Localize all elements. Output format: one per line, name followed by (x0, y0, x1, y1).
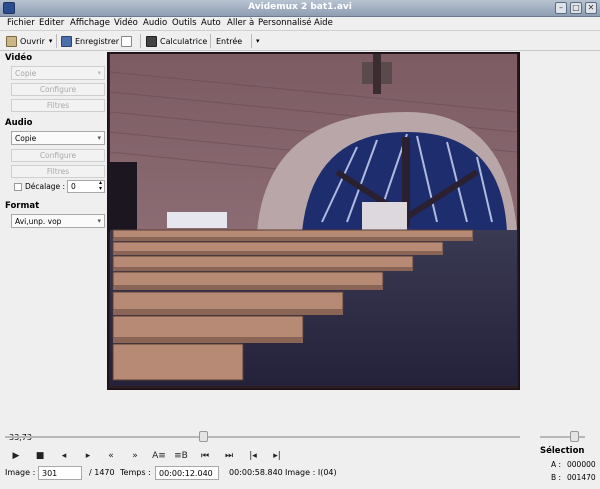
save-button[interactable]: Enregistrer (61, 33, 119, 49)
minimize-icon[interactable]: – (555, 2, 567, 14)
toolbar-separator (251, 34, 252, 48)
image-total: / 1470 (89, 468, 115, 477)
goto-marker-a-icon[interactable]: ⏮ (198, 450, 212, 462)
volume-slider-handle[interactable] (570, 431, 579, 442)
chevron-down-icon[interactable]: ▾ (49, 37, 53, 45)
menu-video[interactable]: Vidéo (114, 18, 138, 28)
time-field[interactable]: 00:00:12.040 (155, 466, 219, 480)
set-marker-b-icon[interactable]: ≡B (172, 450, 190, 462)
menu-affichage[interactable]: Affichage (70, 18, 110, 28)
toolbar-separator (140, 34, 141, 48)
marker-a-value: 000000 (567, 460, 596, 469)
document-icon (121, 35, 132, 47)
maximize-icon[interactable]: □ (570, 2, 582, 14)
open-button[interactable]: Ouvrir ▾ (6, 33, 52, 49)
timeline-slider-handle[interactable] (199, 431, 208, 442)
image-number-field[interactable]: 301 (38, 466, 82, 480)
video-header: Vidéo (5, 53, 33, 63)
menu-personnalise[interactable]: Personnalisé (258, 18, 312, 28)
menu-auto[interactable]: Auto (201, 18, 221, 28)
video-codec-select[interactable]: Copie ▾ (11, 66, 105, 80)
menu-fichier[interactable]: Fichier (7, 18, 35, 28)
spin-arrows-icon[interactable]: ▴ ▾ (99, 180, 102, 192)
offset-value: 0 (71, 182, 76, 191)
marker-a-label: A : (551, 460, 562, 469)
calculator-button[interactable]: Calculatrice (146, 33, 207, 49)
menu-aide[interactable]: Aide (314, 18, 333, 28)
menu-aller-a[interactable]: Aller à (227, 18, 254, 28)
frame-type: Image : I(04) (285, 468, 337, 477)
goto-end-icon[interactable]: ▸| (270, 450, 284, 462)
toolbar-separator (56, 34, 57, 48)
title-bar: Avidemux 2 bat1.avi – □ ✕ (0, 0, 600, 17)
audio-header: Audio (5, 118, 33, 128)
set-marker-a-icon[interactable]: A≡ (150, 450, 168, 462)
audio-codec-value: Copie (15, 134, 37, 143)
window-title: Avidemux 2 bat1.avi (248, 2, 352, 12)
menu-editer[interactable]: Editer (39, 18, 64, 28)
format-header: Format (5, 201, 40, 211)
previous-keyframe-icon[interactable]: « (104, 450, 118, 462)
format-select[interactable]: Avi,unp. vop ▾ (11, 214, 105, 228)
calculator-icon (146, 35, 157, 47)
stop-icon[interactable]: ■ (33, 450, 47, 462)
close-icon[interactable]: ✕ (585, 2, 597, 14)
menu-outils[interactable]: Outils (172, 18, 197, 28)
marker-b-value: 001470 (567, 473, 596, 482)
audio-configure-button[interactable]: Configure (11, 149, 105, 162)
offset-label: Décalage : (25, 182, 66, 191)
format-value: Avi,unp. vop (15, 217, 62, 226)
toolbar-separator (210, 34, 211, 48)
selection-header: Sélection (540, 446, 585, 456)
input-dropdown[interactable]: ▾ (256, 33, 260, 49)
offset-spinbox[interactable]: 0 ▴ ▾ (67, 180, 105, 193)
timeline-track[interactable] (5, 436, 520, 438)
video-configure-button[interactable]: Configure (11, 83, 105, 96)
input-label: Entrée (216, 36, 243, 46)
next-frame-icon[interactable]: ▸ (81, 450, 95, 462)
folder-icon (6, 35, 17, 47)
toolbar: Ouvrir ▾ Enregistrer Calculatrice Entrée… (0, 31, 600, 51)
previous-frame-icon[interactable]: ◂ (57, 450, 71, 462)
chevron-down-icon: ▾ (97, 134, 101, 142)
video-preview (107, 52, 520, 390)
goto-start-icon[interactable]: |◂ (246, 450, 260, 462)
menu-audio[interactable]: Audio (143, 18, 167, 28)
time-label: Temps : (120, 468, 151, 477)
save-icon (61, 35, 72, 47)
next-keyframe-icon[interactable]: » (128, 450, 142, 462)
audio-filters-button[interactable]: Filtres (11, 165, 105, 178)
video-filters-button[interactable]: Filtres (11, 99, 105, 112)
properties-button[interactable] (121, 33, 135, 49)
play-icon[interactable]: ▶ (9, 450, 23, 462)
goto-marker-b-icon[interactable]: ⏭ (222, 450, 236, 462)
audio-codec-select[interactable]: Copie ▾ (11, 131, 105, 145)
open-label: Ouvrir (20, 36, 45, 46)
chevron-down-icon: ▾ (97, 69, 101, 77)
chevron-down-icon: ▾ (97, 217, 101, 225)
sidebar: Vidéo Copie ▾ Configure Filtres Audio Co… (0, 52, 107, 427)
offset-checkbox[interactable] (14, 183, 22, 191)
image-label: Image : (5, 468, 36, 477)
chevron-down-icon: ▾ (256, 37, 260, 45)
video-codec-value: Copie (15, 69, 37, 78)
marker-b-label: B : (551, 473, 562, 482)
total-duration: 00:00:58.840 (229, 468, 283, 477)
calculator-label: Calculatrice (160, 36, 208, 46)
menu-bar: Fichier Editer Affichage Vidéo Audio Out… (0, 17, 600, 31)
church-interior-frame (107, 52, 520, 390)
save-label: Enregistrer (75, 36, 120, 46)
input-button[interactable]: Entrée (216, 33, 242, 49)
